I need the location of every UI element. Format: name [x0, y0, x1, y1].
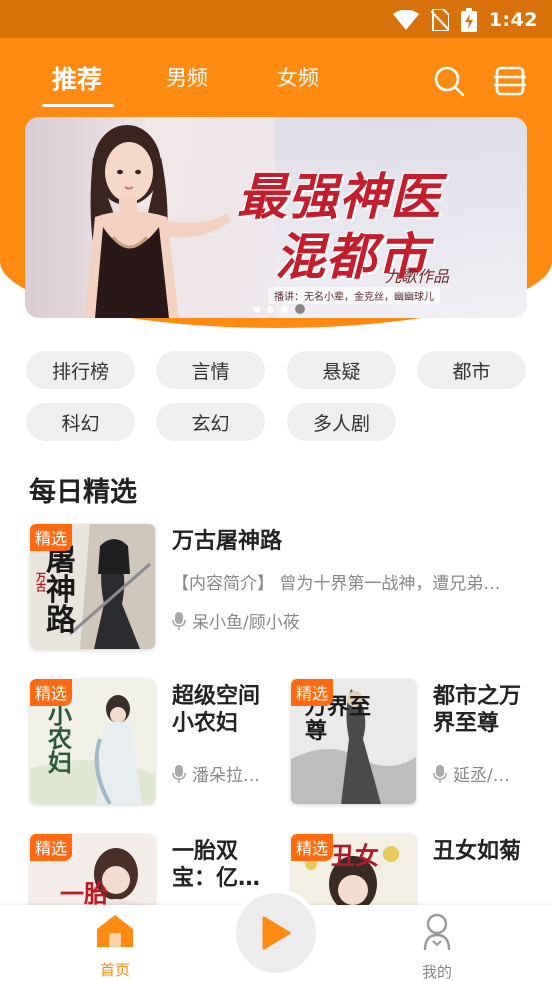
- book-title[interactable]: 超级空间小农妇: [172, 683, 272, 737]
- featured-badge: 精选: [291, 679, 334, 706]
- category-scifi[interactable]: 科幻: [26, 403, 135, 441]
- book-cover[interactable]: 万界至尊 精选: [291, 679, 416, 804]
- microphone-icon: [172, 764, 186, 783]
- search-icon[interactable]: [432, 64, 466, 98]
- book-cover[interactable]: 屠神路 万古 精选: [30, 524, 155, 649]
- book-title[interactable]: 都市之万界至尊: [433, 683, 533, 737]
- home-icon: [97, 915, 133, 947]
- app-screen: 1:42 推荐 男频 女频 最强神医 混都市 九歌作品 播讲：无名小辈，金克丝，…: [0, 0, 552, 981]
- no-sim-icon: [430, 9, 449, 31]
- banner-narrator: 播讲：无名小辈，金克丝，幽幽球儿: [268, 287, 440, 304]
- nav-mine[interactable]: 我的: [387, 913, 487, 981]
- status-icons: 1:42: [392, 7, 538, 33]
- play-icon: [262, 916, 291, 950]
- cover-subtitle-art: 万古: [36, 573, 46, 594]
- top-tabs: 推荐 男频 女频: [0, 38, 552, 116]
- banner-character-image: [85, 125, 231, 318]
- book-author: 潘朵拉…: [172, 761, 260, 786]
- book-title[interactable]: 丑女如菊: [433, 838, 543, 865]
- book-author: 呆小鱼/顾小莜: [172, 608, 300, 633]
- cover-title-art: 一胎: [60, 879, 108, 908]
- book-description: 【内容简介】 曾为十界第一战神，遭兄弟…: [172, 574, 501, 594]
- promo-banner[interactable]: 最强神医 混都市 九歌作品 播讲：无名小辈，金克丝，幽幽球儿: [25, 117, 527, 318]
- tab-female[interactable]: 女频: [277, 62, 319, 92]
- book-title[interactable]: 万古屠神路: [172, 528, 282, 555]
- banner-dot[interactable]: [253, 305, 260, 313]
- banner-dot-active[interactable]: [295, 304, 305, 314]
- featured-badge: 精选: [30, 524, 73, 551]
- banner-pagination: [253, 304, 305, 314]
- book-author: 延丞/…: [433, 761, 510, 786]
- book-cover[interactable]: 小农妇 精选: [30, 679, 155, 804]
- wifi-icon: [392, 10, 419, 30]
- section-title-daily-picks: 每日精选: [29, 477, 137, 508]
- book-author-text: 延丞/…: [453, 766, 510, 786]
- cover-title-art: 丑女: [331, 841, 379, 870]
- cover-title-art: 小农妇: [48, 700, 72, 777]
- category-romance[interactable]: 言情: [156, 351, 265, 389]
- featured-badge: 精选: [291, 834, 334, 861]
- bookshelf-icon[interactable]: [493, 64, 527, 98]
- microphone-icon: [172, 611, 186, 630]
- featured-badge: 精选: [30, 679, 73, 706]
- book-author-text: 潘朵拉…: [192, 766, 260, 786]
- category-multi-cast[interactable]: 多人剧: [287, 403, 396, 441]
- nav-home[interactable]: 首页: [65, 913, 165, 980]
- banner-dot[interactable]: [267, 305, 274, 313]
- featured-badge: 精选: [30, 834, 73, 861]
- category-ranking[interactable]: 排行榜: [26, 351, 135, 389]
- tab-recommended[interactable]: 推荐: [52, 60, 102, 96]
- battery-charging-icon: [460, 8, 477, 32]
- nav-mine-label: 我的: [421, 963, 452, 981]
- play-button[interactable]: [236, 893, 316, 973]
- category-fantasy[interactable]: 玄幻: [156, 403, 265, 441]
- cover-title-art: 屠神路: [46, 543, 76, 638]
- book-author-text: 呆小鱼/顾小莜: [192, 613, 300, 633]
- profile-icon: [423, 913, 451, 951]
- book-title[interactable]: 一胎双宝：亿…: [172, 838, 272, 892]
- category-urban[interactable]: 都市: [417, 351, 526, 389]
- banner-author: 九歌作品: [385, 267, 450, 286]
- tab-active-indicator: [42, 104, 114, 107]
- status-bar: 1:42: [0, 0, 552, 38]
- microphone-icon: [433, 764, 447, 783]
- tab-male[interactable]: 男频: [166, 62, 208, 92]
- banner-dot[interactable]: [281, 305, 288, 313]
- nav-home-label: 首页: [99, 961, 130, 979]
- category-suspense[interactable]: 悬疑: [287, 351, 396, 389]
- status-time: 1:42: [488, 9, 538, 31]
